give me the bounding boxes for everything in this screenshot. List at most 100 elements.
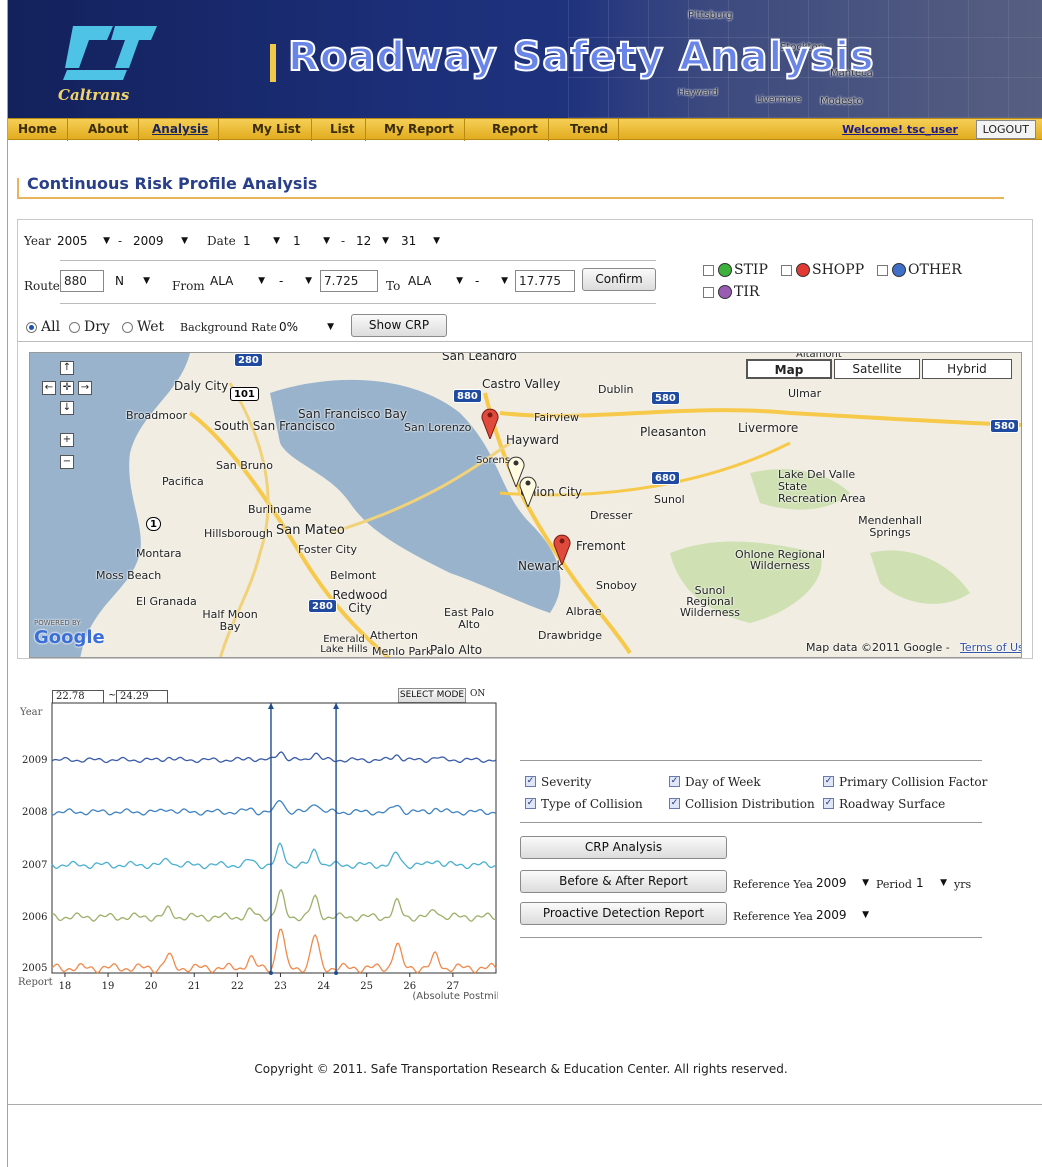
map-label: Foster City (298, 543, 358, 556)
tir-label: TIR (734, 284, 760, 300)
confirm-button[interactable]: Confirm (582, 268, 656, 291)
map-label: Menlo Park (372, 645, 433, 658)
background-rate-select[interactable]: 0% ▼ (276, 317, 338, 337)
other-checkbox[interactable] (877, 265, 888, 276)
zoom-in-icon[interactable]: + (60, 433, 74, 447)
date-to-month-value: 12 (356, 234, 372, 248)
severity-checkbox[interactable]: ✓ (525, 776, 536, 787)
nav-trend[interactable]: Trend (560, 119, 620, 141)
pan-left-icon[interactable]: ← (42, 381, 56, 395)
options-top-rule (520, 760, 982, 761)
white-map-marker-icon[interactable] (518, 473, 538, 507)
app-title: Roadway Safety Analysis (287, 33, 875, 81)
crp-chart[interactable]: 22.78 ~ 24.29 SELECT MODE ON Year Report 2… (18, 685, 498, 1015)
nav-my-list[interactable]: My List (242, 119, 312, 141)
date-from-month-select[interactable]: 1 ▼ (240, 231, 284, 251)
x-tick-label: 25 (360, 981, 373, 992)
y-axis-title: Year (19, 707, 43, 718)
pan-down-icon[interactable]: ↓ (60, 401, 74, 415)
show-crp-button[interactable]: Show CRP (351, 314, 447, 337)
map-label: Atherton (370, 629, 418, 642)
from-prefix-select[interactable]: - ▼ (276, 271, 316, 291)
surface-dry-radio[interactable] (69, 322, 80, 333)
to-prefix-select[interactable]: - ▼ (472, 271, 512, 291)
map-label: Ulmar (788, 387, 822, 400)
selection-handle (334, 971, 339, 975)
year-label: Year (24, 234, 51, 248)
main-nav: Home About Analysis My List List My Repo… (8, 118, 1042, 141)
nav-home[interactable]: Home (8, 119, 68, 141)
year-tick-label: 2005 (22, 963, 47, 974)
collision-distribution-checkbox[interactable]: ✓ (669, 798, 680, 809)
to-postmile-input[interactable]: 17.775 (515, 270, 575, 292)
before-after-report-button[interactable]: Before & After Report (520, 870, 727, 893)
map-label: Snoboy (596, 579, 637, 592)
date-to-day-select[interactable]: 31 ▼ (398, 231, 444, 251)
google-logo-icon: Google (34, 627, 105, 648)
roadway-surface-checkbox[interactable]: ✓ (823, 798, 834, 809)
surface-wet-radio[interactable] (122, 322, 133, 333)
terms-of-use-link[interactable]: Terms of Use (960, 641, 1021, 654)
nav-list[interactable]: List (320, 119, 366, 141)
type-of-collision-checkbox[interactable]: ✓ (525, 798, 536, 809)
logout-button[interactable]: LOGOUT (975, 120, 1036, 139)
zoom-out-icon[interactable]: − (60, 455, 74, 469)
highway-shield: 280 (234, 353, 263, 367)
proactive-reference-year-select[interactable]: 2009 ▼ (813, 905, 873, 925)
proactive-detection-report-button[interactable]: Proactive Detection Report (520, 902, 727, 925)
google-map[interactable]: ↑ ← ✛ → ↓ + − Map Satellite Hybrid 280 1… (29, 352, 1022, 658)
day-of-week-label: Day of Week (685, 775, 761, 789)
map-type-map-button[interactable]: Map (746, 359, 832, 379)
from-county-select[interactable]: ALA ▼ (207, 271, 269, 291)
nav-analysis[interactable]: Analysis (142, 119, 220, 141)
surface-all-radio[interactable] (26, 322, 37, 333)
pan-right-icon[interactable]: → (78, 381, 92, 395)
direction-select[interactable]: N ▼ (112, 271, 154, 291)
to-county-value: ALA (408, 274, 432, 288)
red-map-marker-icon[interactable] (480, 405, 500, 439)
highway-shield: 880 (453, 389, 482, 403)
welcome-user-link[interactable]: Welcome! tsc_user (842, 123, 958, 136)
reference-year-select[interactable]: 2009 ▼ (813, 873, 873, 893)
to-county-select[interactable]: ALA ▼ (405, 271, 467, 291)
chevron-down-icon: ▼ (456, 276, 463, 286)
map-label: El Granada (136, 595, 197, 608)
map-label: San Bruno (216, 459, 273, 472)
x-tick-label: 24 (317, 981, 330, 992)
map-label: San Leandro (442, 352, 517, 363)
map-label: Daly City (174, 379, 229, 393)
route-input[interactable]: 880 (60, 270, 104, 292)
stip-checkbox[interactable] (703, 265, 714, 276)
year-to-select[interactable]: 2009 ▼ (130, 231, 192, 251)
map-type-satellite-button[interactable]: Satellite (834, 359, 920, 379)
x-tick-label: 18 (59, 981, 72, 992)
map-type-hybrid-button[interactable]: Hybrid (922, 359, 1012, 379)
shopp-checkbox[interactable] (781, 265, 792, 276)
date-to-month-select[interactable]: 12 ▼ (353, 231, 393, 251)
period-label: Period (876, 878, 912, 891)
nav-my-report[interactable]: My Report (374, 119, 465, 141)
nav-report[interactable]: Report (482, 119, 549, 141)
primary-collision-factor-checkbox[interactable]: ✓ (823, 776, 834, 787)
blue-marker-icon (892, 263, 906, 277)
route-label: Route (24, 279, 60, 293)
map-label: Drawbridge (538, 629, 603, 642)
map-label: Ohlone Regional Wilderness (734, 548, 826, 572)
period-select[interactable]: 1 ▼ (913, 873, 951, 893)
crp-analysis-button[interactable]: CRP Analysis (520, 836, 727, 859)
day-of-week-checkbox[interactable]: ✓ (669, 776, 680, 787)
tir-checkbox[interactable] (703, 287, 714, 298)
nav-about[interactable]: About (78, 119, 140, 141)
map-label: Palo Alto (430, 643, 483, 657)
year-from-select[interactable]: 2005 ▼ (54, 231, 114, 251)
pan-up-icon[interactable]: ↑ (60, 361, 74, 375)
red-map-marker-icon[interactable] (552, 531, 572, 565)
chevron-down-icon: ▼ (327, 322, 334, 332)
pan-center-icon[interactable]: ✛ (60, 381, 74, 395)
from-postmile-input[interactable]: 7.725 (320, 270, 378, 292)
period-value: 1 (916, 876, 924, 890)
map-label: Hayward (506, 433, 559, 447)
date-from-day-select[interactable]: 1 ▼ (290, 231, 334, 251)
from-label: From (172, 279, 205, 293)
caltrans-logo-icon (63, 26, 157, 80)
